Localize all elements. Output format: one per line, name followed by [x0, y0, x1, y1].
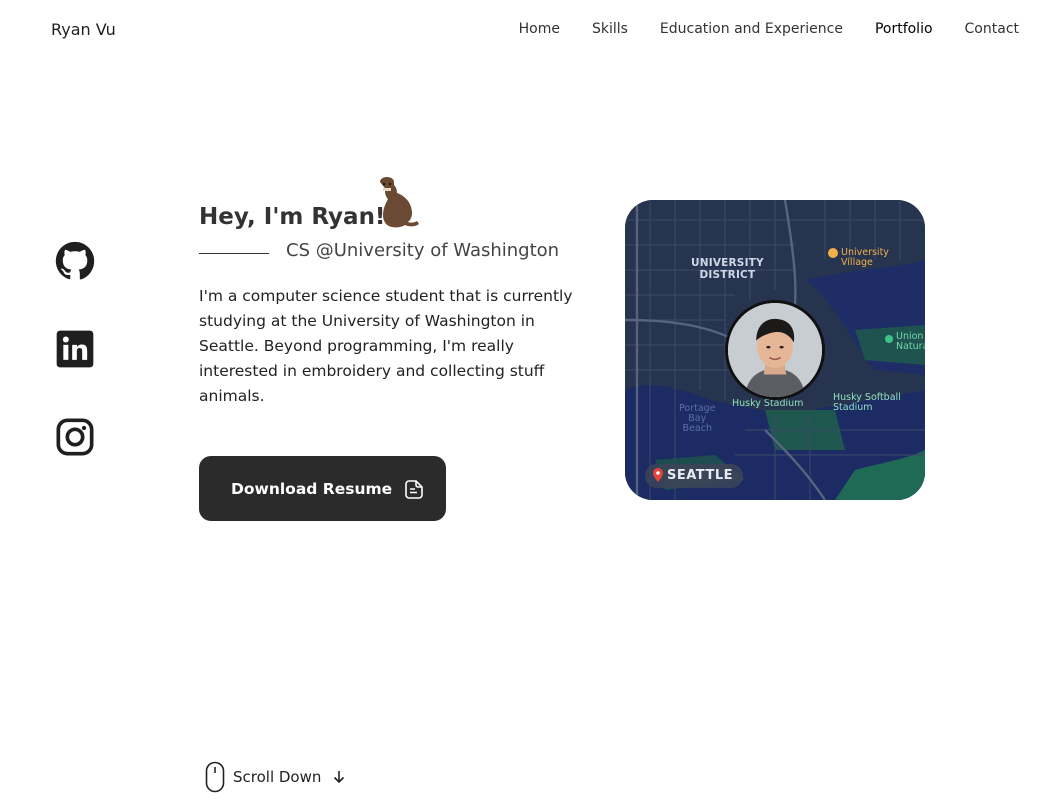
nav-contact[interactable]: Contact: [965, 21, 1019, 37]
arrow-down-icon: [334, 771, 345, 784]
avatar: [725, 300, 825, 400]
subtitle: CS @University of Washington: [286, 240, 560, 261]
subtitle-divider: [199, 253, 269, 254]
map-label-district: UNIVERSITY DISTRICT: [691, 257, 764, 281]
github-icon[interactable]: [55, 241, 95, 281]
map-poi-natural: Union Natura: [885, 332, 925, 352]
otter-mascot-icon: [380, 177, 419, 228]
document-icon: [405, 479, 423, 499]
download-resume-button[interactable]: Download Resume: [199, 456, 446, 521]
map-pin-icon: [653, 468, 663, 482]
greeting-heading: Hey, I'm Ryan!: [199, 204, 386, 230]
location-map-card: UNIVERSITY DISTRICT University Village U…: [625, 200, 925, 500]
download-resume-label: Download Resume: [231, 479, 393, 498]
scroll-down-link[interactable]: Scroll Down: [205, 761, 345, 793]
main-nav: Home Skills Education and Experience Por…: [519, 21, 1019, 37]
nav-education-experience[interactable]: Education and Experience: [660, 21, 843, 37]
instagram-icon[interactable]: [55, 417, 95, 457]
map-poi-portage: Portage Bay Beach: [679, 403, 716, 434]
nav-home[interactable]: Home: [519, 21, 560, 37]
map-poi-village: University Village: [828, 248, 889, 268]
map-poi-stadium: Husky Stadium: [732, 398, 804, 409]
brand-name[interactable]: Ryan Vu: [51, 20, 116, 39]
nav-portfolio[interactable]: Portfolio: [875, 21, 933, 37]
linkedin-icon[interactable]: [55, 329, 95, 369]
scroll-down-label: Scroll Down: [233, 768, 322, 786]
seattle-label: SEATTLE: [667, 468, 733, 483]
nav-skills[interactable]: Skills: [592, 21, 628, 37]
bio-text: I'm a computer science student that is c…: [199, 287, 573, 405]
map-poi-softball: Husky Softball Stadium: [833, 392, 901, 413]
mouse-icon: [205, 761, 225, 793]
seattle-location-chip: SEATTLE: [645, 464, 743, 488]
